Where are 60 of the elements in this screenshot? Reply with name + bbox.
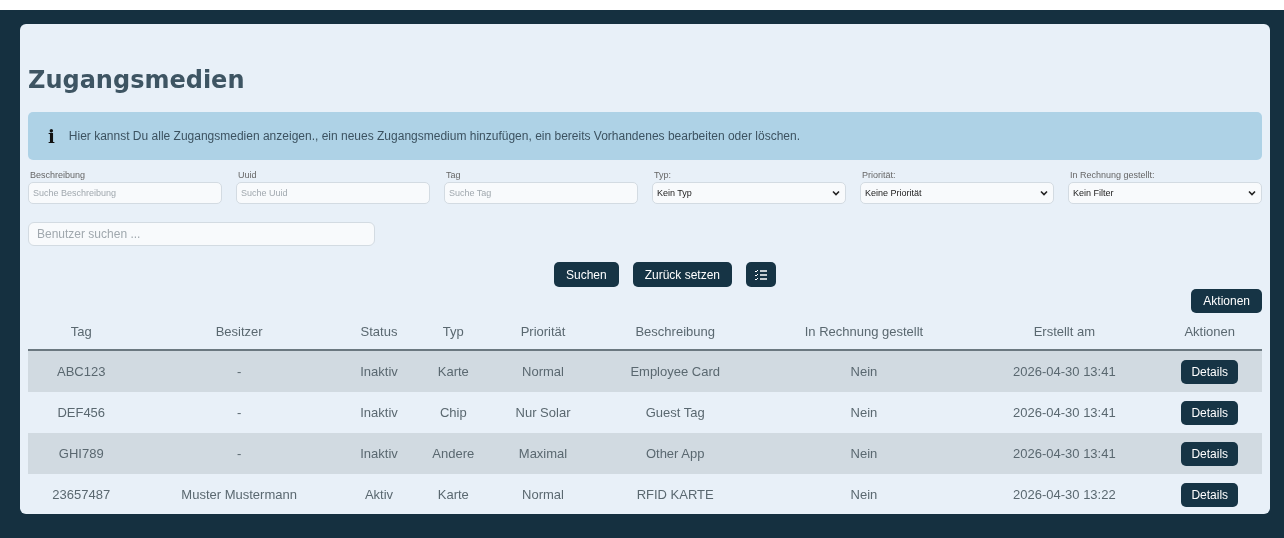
details-button[interactable]: Details (1181, 441, 1239, 466)
details-button[interactable]: Details (1181, 482, 1239, 507)
table-cell: Chip (414, 392, 493, 433)
field-label: Beschreibung (30, 170, 87, 180)
details-button[interactable]: Details (1181, 400, 1239, 425)
table-cell: Nein (756, 433, 972, 474)
chevron-icon (1039, 188, 1049, 198)
input-field[interactable]: Suche Tag (444, 182, 638, 204)
table-cell: Inaktiv (343, 433, 415, 474)
table-cell: Nein (756, 350, 972, 392)
table-cell: Other App (593, 433, 757, 474)
input-field[interactable]: Suche Beschreibung (28, 182, 222, 204)
table-cell: - (134, 350, 344, 392)
table-cell: Nur Solar (492, 392, 594, 433)
table-cell: 23657487 (28, 474, 135, 515)
table-cell: RFID KARTE (593, 474, 757, 515)
table-cell: - (134, 433, 344, 474)
info-text: Hier kannst Du alle Zugangsmedien anzeigen., ein neues Zugangsmedium hinzufügen, ein bereits Vorhandenes bearbeiten oder löschen. (68, 129, 800, 143)
page-title: Zugangsmedien (28, 66, 246, 94)
button[interactable]: Suchen (553, 262, 619, 287)
chevron-icon (831, 188, 841, 198)
table-cell: Inaktiv (343, 392, 415, 433)
field-label: Uuid (238, 170, 258, 180)
input-field[interactable]: Suche Uuid (236, 182, 430, 204)
table-cell: Karte (414, 350, 493, 392)
table-cell: Inaktiv (343, 350, 415, 392)
dropdown[interactable]: Kein Typ (652, 182, 846, 204)
button[interactable]: Zurück setzen (632, 262, 733, 287)
table-cell: Employee Card (593, 350, 757, 392)
dropdown[interactable]: Kein Filter (1068, 182, 1262, 204)
table-cell: Andere (414, 433, 493, 474)
table-cell: 2026-04-30 13:41 (971, 350, 1158, 392)
chevron-icon (1247, 188, 1257, 198)
search-field[interactable]: Benutzer suchen ... (28, 222, 375, 246)
table-cell: 2026-04-30 13:41 (971, 433, 1158, 474)
table-cell: 2026-04-30 13:41 (971, 392, 1158, 433)
table-cell: 2026-04-30 13:22 (971, 474, 1158, 515)
dropdown[interactable]: Keine Priorität (860, 182, 1054, 204)
checklist-icon (754, 268, 769, 281)
table-cell: DEF456 (28, 392, 135, 433)
field-label: Priorität: (862, 170, 897, 180)
field-label: In Rechnung gestellt: (1070, 170, 1156, 180)
table-cell: Aktiv (343, 474, 415, 515)
actions-button[interactable]: Aktionen (1191, 289, 1262, 313)
table-cell: ABC123 (28, 350, 135, 392)
details-button[interactable]: Details (1181, 359, 1239, 384)
table-cell: Normal (492, 350, 594, 392)
table-cell: Normal (492, 474, 594, 515)
field-label: Tag (446, 170, 462, 180)
table-cell: Nein (756, 392, 972, 433)
table-cell: Muster Mustermann (134, 474, 344, 515)
table-cell: GHI789 (28, 433, 135, 474)
table-cell: Karte (414, 474, 493, 515)
info-icon: i (48, 125, 55, 147)
table-cell: Maximal (492, 433, 594, 474)
checklist-button[interactable] (746, 262, 777, 287)
table-cell: Guest Tag (593, 392, 757, 433)
table-cell: - (134, 392, 344, 433)
field-label: Typ: (654, 170, 672, 180)
table-cell: Nein (756, 474, 972, 515)
